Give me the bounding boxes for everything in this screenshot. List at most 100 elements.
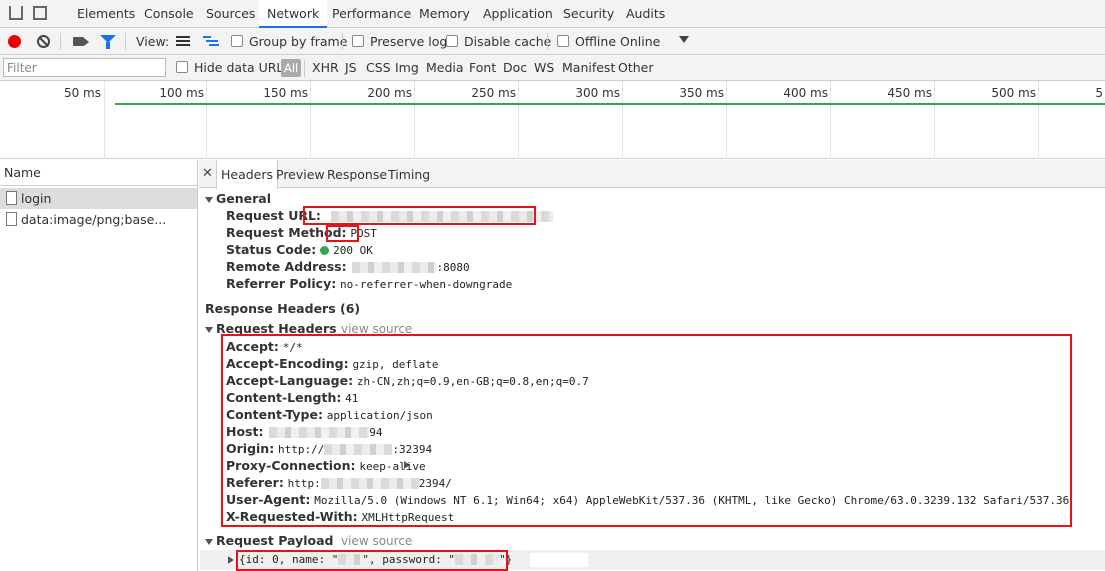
triangle-down-icon — [205, 538, 213, 545]
tick-label: 300 ms — [575, 86, 620, 100]
header-value: :8080 — [436, 261, 470, 274]
type-filter-manifest[interactable]: Manifest — [562, 55, 615, 81]
offline-checkbox[interactable] — [557, 35, 569, 47]
timeline-overview[interactable]: 50 ms 100 ms 150 ms 200 ms 250 ms 300 ms… — [0, 81, 1105, 159]
disable-cache-checkbox[interactable] — [446, 35, 458, 47]
capture-screenshots-icon[interactable] — [73, 37, 89, 46]
tick-label: 100 ms — [159, 86, 204, 100]
offline-label: Offline — [575, 34, 617, 49]
tab-elements[interactable]: Elements — [77, 0, 135, 28]
device-toolbar-icon[interactable] — [33, 6, 47, 20]
hide-data-urls-label: Hide data URLs — [194, 60, 290, 75]
header-name: Referrer Policy: — [226, 276, 337, 291]
type-filter-xhr[interactable]: XHR — [312, 55, 339, 81]
large-rows-icon[interactable] — [176, 36, 190, 46]
disable-cache-label: Disable cache — [464, 34, 552, 49]
type-filter-ws[interactable]: WS — [534, 55, 554, 81]
record-icon[interactable] — [8, 35, 21, 48]
type-filter-css[interactable]: CSS — [366, 55, 391, 81]
redacted-value — [352, 262, 437, 273]
status-code-row: Status Code: 200 OK — [226, 241, 373, 258]
tab-headers[interactable]: Headers — [216, 160, 279, 189]
devtools-corner-icons — [0, 0, 62, 28]
clear-icon[interactable] — [37, 35, 50, 48]
grid-line — [104, 81, 105, 159]
type-filter-img[interactable]: Img — [395, 55, 419, 81]
tab-audits[interactable]: Audits — [626, 0, 665, 28]
view-label: View: — [136, 34, 170, 49]
inspect-element-icon[interactable] — [9, 6, 23, 20]
request-row-data-image[interactable]: data:image/png;base... — [0, 209, 197, 230]
chevron-down-icon[interactable] — [679, 36, 689, 43]
type-filter-other[interactable]: Other — [618, 55, 654, 81]
tab-timing[interactable]: Timing — [388, 160, 430, 188]
tick-label: 5 — [1095, 86, 1103, 100]
filter-icon[interactable] — [100, 35, 116, 49]
grid-line — [726, 81, 727, 159]
tab-preview[interactable]: Preview — [276, 160, 325, 188]
divider — [304, 60, 305, 77]
group-by-frame-checkbox[interactable] — [231, 35, 243, 47]
tab-console[interactable]: Console — [144, 0, 194, 28]
grid-line — [518, 81, 519, 159]
request-name: login — [21, 191, 52, 206]
header-name: Remote Address: — [226, 259, 347, 274]
detail-tabs: ✕ Headers Preview Response Timing — [199, 160, 1105, 189]
tab-application[interactable]: Application — [483, 0, 553, 28]
general-section-toggle[interactable]: General — [205, 191, 271, 206]
grid-line — [622, 81, 623, 159]
grid-line — [830, 81, 831, 159]
triangle-right-icon[interactable] — [228, 556, 234, 564]
tick-label: 450 ms — [887, 86, 932, 100]
request-row-login[interactable]: login — [0, 188, 197, 209]
filter-bar: Hide data URLs All XHR JS CSS Img Media … — [0, 55, 1105, 81]
tick-label: 250 ms — [471, 86, 516, 100]
tab-memory[interactable]: Memory — [419, 0, 470, 28]
header-value: 200 OK — [333, 244, 373, 257]
tab-security[interactable]: Security — [563, 0, 614, 28]
type-filter-js[interactable]: JS — [345, 55, 357, 81]
tab-network[interactable]: Network — [259, 0, 328, 28]
type-filter-doc[interactable]: Doc — [503, 55, 527, 81]
preserve-log-checkbox[interactable] — [352, 35, 364, 47]
close-icon[interactable]: ✕ — [202, 166, 213, 181]
grid-line — [206, 81, 207, 159]
grid-line — [414, 81, 415, 159]
request-timing-bar — [115, 103, 1105, 105]
filter-input[interactable] — [3, 58, 166, 77]
section-title: General — [216, 191, 271, 206]
divider — [60, 33, 61, 50]
grid-line — [934, 81, 935, 159]
divider — [547, 33, 548, 50]
tab-performance[interactable]: Performance — [332, 0, 411, 28]
type-filter-media[interactable]: Media — [426, 55, 464, 81]
annotation-box — [326, 225, 359, 242]
throttling-select[interactable]: Online — [620, 28, 660, 55]
section-title: Request Payload — [216, 533, 334, 548]
tab-response[interactable]: Response — [327, 160, 387, 188]
divider — [125, 33, 126, 50]
header-value: no-referrer-when-downgrade — [340, 278, 513, 291]
view-source-link[interactable]: view source — [341, 534, 412, 548]
annotation-box — [303, 206, 536, 225]
remote-address-row: Remote Address: :8080 — [226, 258, 470, 275]
tab-sources[interactable]: Sources — [206, 0, 255, 28]
annotation-box — [221, 334, 1072, 527]
tick-label: 50 ms — [63, 86, 101, 100]
request-payload-section-toggle[interactable]: Request Payload — [205, 533, 333, 548]
name-column-header[interactable]: Name — [0, 160, 197, 186]
tick-label: 350 ms — [679, 86, 724, 100]
grid-line — [310, 81, 311, 159]
network-toolbar: View: Group by frame Preserve log Disabl… — [0, 28, 1105, 55]
overview-icon[interactable] — [203, 36, 219, 46]
triangle-down-icon — [205, 326, 213, 333]
type-filter-font[interactable]: Font — [469, 55, 496, 81]
file-icon — [6, 191, 17, 205]
tick-label: 400 ms — [783, 86, 828, 100]
annotation-box — [236, 550, 508, 571]
response-headers-section-toggle[interactable]: Response Headers (6) — [205, 301, 410, 469]
tick-label: 150 ms — [263, 86, 308, 100]
preserve-log-label: Preserve log — [370, 34, 448, 49]
type-filter-all[interactable]: All — [281, 59, 302, 77]
hide-data-urls-checkbox[interactable] — [176, 61, 188, 73]
